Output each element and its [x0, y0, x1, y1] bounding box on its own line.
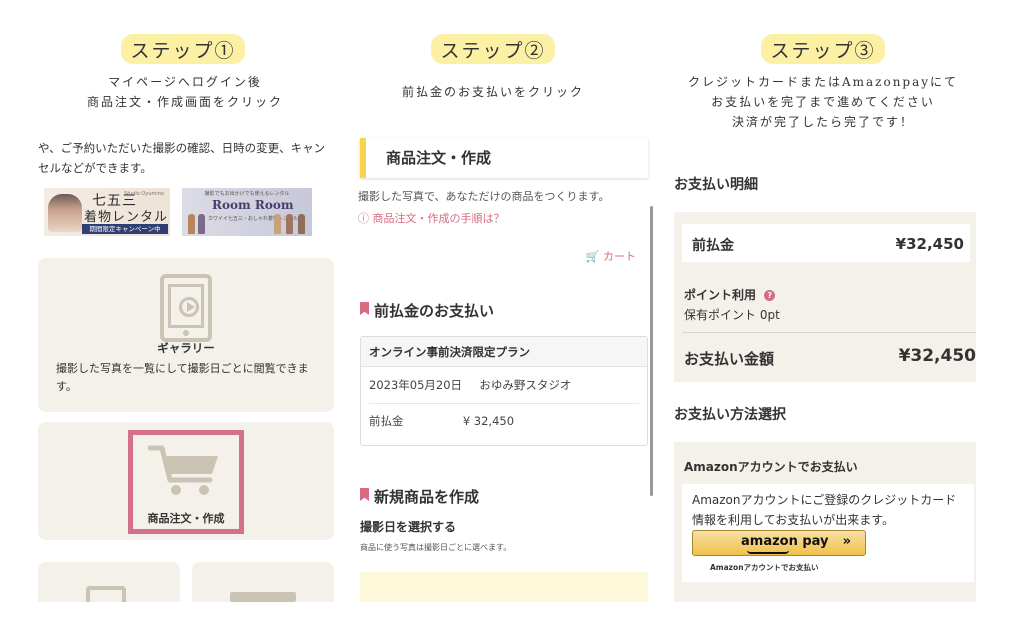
- order-desc: 撮影した写真で、あなただけの商品をつくります。: [358, 190, 610, 203]
- payment-detail-box: 前払金 ¥32,450 ポイント利用 ? 保有ポイント 0pt お支払い金額 ¥…: [674, 212, 976, 382]
- gallery-title: ギャラリー: [157, 341, 215, 355]
- plan-studio: おゆみ野スタジオ: [479, 378, 572, 392]
- points-label: ポイント利用 ?: [684, 286, 776, 303]
- step3-note-line: お支払いを完了まで進めてください: [711, 95, 935, 109]
- banner-logo: Room Room: [212, 198, 294, 212]
- small-cart-icon: 🛒: [585, 250, 600, 263]
- kid-figure: [198, 214, 205, 234]
- banner-tagline: 撮影でもお出かけでも使えるレンタル: [204, 191, 290, 197]
- select-date-note: 商品に使う写真は撮影日ごとに選べます。: [360, 543, 512, 552]
- intro-text: や、ご予約いただいた撮影の確認、日時の変更、キャンセルなどができます。: [38, 141, 326, 175]
- cart-icon: [148, 445, 218, 495]
- banner-subtitle: 着物レンタル: [84, 210, 169, 225]
- new-product-title: 新規商品を作成: [358, 486, 479, 507]
- step1-note-line: 商品注文・作成画面をクリック: [86, 95, 283, 109]
- order-label: 商品注文・作成: [147, 512, 225, 525]
- amazon-method-head: Amazonアカウントでお支払い: [684, 460, 858, 474]
- menu-card[interactable]: [192, 562, 334, 602]
- menu-card[interactable]: [38, 562, 180, 602]
- detail-divider: [682, 332, 976, 333]
- plan-fee-value: ¥ 32,450: [462, 414, 515, 428]
- amazon-method-text: Amazonアカウントにご登録のクレジットカード情報を利用してお支払いが出来ます…: [692, 493, 957, 527]
- amazon-pay-button[interactable]: amazon pay »: [692, 530, 866, 556]
- step1-note-line: マイページへログイン後: [108, 75, 262, 89]
- amazon-caption: Amazonアカウントでお支払い: [710, 563, 819, 572]
- roomroom-banner[interactable]: 撮影でもお出かけでも使えるレンタル Room Room カワイイ七五三・おしゃれ…: [182, 188, 312, 236]
- shichigosan-banner[interactable]: Studio Oyumino 七五三 着物レンタル 期間限定キャンペーン中: [44, 188, 170, 236]
- plan-date-row: 2023年05月20日 おゆみ野スタジオ: [369, 377, 571, 393]
- howto-link[interactable]: ⓘ 商品注文・作成の手順は？: [358, 210, 505, 226]
- step3-note: クレジットカードまたはAmazonpayにて お支払いを完了まで進めてください …: [668, 72, 978, 132]
- step2-note: 前払金のお支払いをクリック: [360, 82, 626, 102]
- chevron-right-icon: »: [842, 534, 851, 549]
- prepay-label: 前払金: [692, 238, 734, 254]
- step1-note: マイページへログイン後 商品注文・作成画面をクリック: [60, 72, 310, 112]
- points-label-text: ポイント利用: [684, 288, 757, 302]
- cart-link-label: カート: [603, 250, 636, 263]
- prepay-section-title[interactable]: 前払金のお支払い: [358, 300, 494, 321]
- total-value: ¥32,450: [898, 346, 976, 366]
- step2-note-line: 前払金のお支払いをクリック: [401, 85, 584, 99]
- mypage-panel: や、ご予約いただいた撮影の確認、日時の変更、キャンセルなどができます。 Stud…: [38, 128, 336, 602]
- kid-figure: [188, 214, 195, 234]
- plan-card[interactable]: オンライン事前決済限定プラン 2023年05月20日 おゆみ野スタジオ 前払金 …: [360, 336, 648, 446]
- kimono-photo: [48, 194, 82, 232]
- tablet-play-icon: [160, 274, 212, 342]
- payment-panel: お支払い明細 前払金 ¥32,450 ポイント利用 ? 保有ポイント 0pt お…: [674, 128, 976, 602]
- payment-method-box: Amazonアカウントでお支払い Amazonアカウントにご登録のクレジットカー…: [674, 442, 976, 602]
- amazon-smile-icon: [747, 550, 789, 554]
- banner-campaign: 期間限定キャンペーン中: [82, 224, 168, 234]
- kid-figure: [298, 214, 305, 234]
- cart-link[interactable]: 🛒 カート: [586, 248, 636, 264]
- step3-note-line: クレジットカードまたはAmazonpayにて: [687, 75, 959, 89]
- kid-figure: [286, 214, 293, 234]
- help-icon[interactable]: ?: [764, 290, 776, 301]
- detail-title: お支払い明細: [674, 177, 758, 193]
- scrollbar[interactable]: [650, 206, 653, 496]
- step2-badge: ステップ②: [431, 34, 555, 64]
- points-held: 保有ポイント 0pt: [684, 308, 780, 322]
- menu-card-icon: [230, 592, 296, 602]
- plan-fee-row: 前払金 ¥ 32,450: [369, 413, 514, 429]
- plan-divider: [369, 403, 639, 404]
- prepay-row: 前払金 ¥32,450: [682, 224, 970, 262]
- amazon-pay-logo: amazon pay: [741, 534, 829, 549]
- prepay-value: ¥32,450: [895, 235, 964, 253]
- banner-sub: カワイイ七五三・おしゃれ着物レンタル: [208, 216, 299, 222]
- method-title: お支払い方法選択: [674, 407, 786, 423]
- step1-badge: ステップ①: [121, 34, 245, 64]
- gallery-desc: 撮影した写真を一覧にして撮影日ごとに閲覧できます。: [56, 362, 309, 393]
- date-select-box[interactable]: [360, 572, 648, 602]
- amazon-method-card: Amazonアカウントにご登録のクレジットカード情報を利用してお支払いが出来ます…: [682, 484, 974, 582]
- kid-figure: [274, 214, 281, 234]
- plan-date: 2023年05月20日: [369, 378, 463, 392]
- step3-badge: ステップ③: [761, 34, 885, 64]
- plan-name: オンライン事前決済限定プラン: [361, 337, 647, 367]
- plan-fee-label: 前払金: [369, 414, 404, 428]
- total-label: お支払い金額: [684, 350, 775, 368]
- order-header: 商品注文・作成: [360, 138, 648, 178]
- select-date-title: 撮影日を選択する: [360, 520, 457, 534]
- clipboard-icon: [86, 586, 126, 602]
- order-panel: 商品注文・作成 撮影した写真で、あなただけの商品をつくります。 ⓘ 商品注文・作…: [358, 128, 654, 602]
